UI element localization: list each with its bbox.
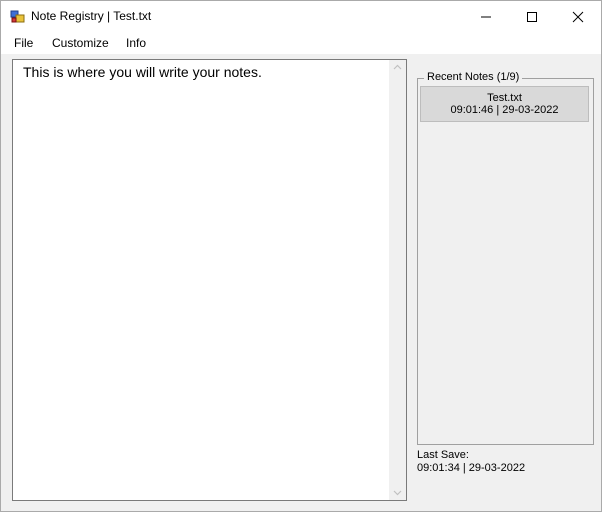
recent-notes-group: Recent Notes (1/9) Test.txt 09:01:46 | 2… — [417, 71, 594, 445]
recent-note-item[interactable]: Test.txt 09:01:46 | 29-03-2022 — [420, 86, 589, 122]
editor-text[interactable]: This is where you will write your notes. — [23, 64, 262, 80]
maximize-icon — [527, 12, 537, 22]
window-title: Note Registry | Test.txt — [31, 9, 152, 23]
recent-note-timestamp: 09:01:46 | 29-03-2022 — [450, 104, 559, 116]
maximize-button[interactable] — [509, 1, 555, 32]
app-icon — [10, 9, 26, 25]
last-save-value: 09:01:34 | 29-03-2022 — [417, 462, 526, 474]
menu-file[interactable]: File — [14, 36, 33, 50]
title-bar: Note Registry | Test.txt — [1, 1, 601, 32]
menu-bar: File Customize Info — [1, 32, 601, 54]
scroll-up-icon[interactable] — [393, 64, 402, 70]
scroll-down-icon[interactable] — [393, 490, 402, 496]
notes-editor[interactable]: This is where you will write your notes. — [12, 59, 407, 501]
recent-note-name: Test.txt — [487, 92, 522, 104]
last-save-label: Last Save: — [417, 449, 469, 461]
menu-customize[interactable]: Customize — [52, 36, 109, 50]
editor-scrollbar[interactable] — [389, 60, 406, 500]
menu-info[interactable]: Info — [126, 36, 146, 50]
minimize-icon — [481, 16, 491, 18]
recent-notes-title: Recent Notes (1/9) — [424, 71, 523, 83]
app-window: Note Registry | Test.txt File Customize … — [0, 0, 602, 512]
close-button[interactable] — [555, 1, 601, 32]
close-icon — [572, 11, 584, 23]
minimize-button[interactable] — [463, 1, 509, 32]
